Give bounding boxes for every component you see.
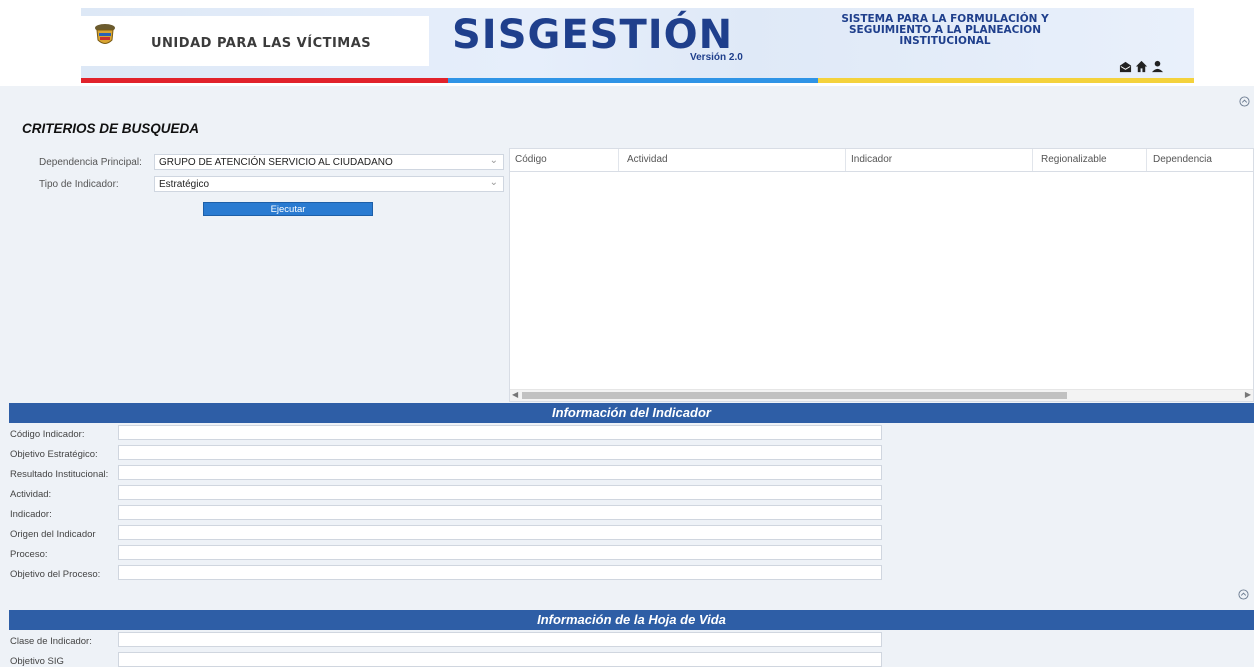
flag-stripe-red	[81, 78, 448, 83]
cv-info-header: Información de la Hoja de Vida	[9, 610, 1254, 630]
mail-icon[interactable]	[1119, 60, 1132, 73]
dependencia-label: Dependencia Principal:	[39, 157, 142, 168]
collapse-criteria-icon[interactable]	[1239, 96, 1250, 107]
user-icon[interactable]	[1151, 60, 1164, 73]
col-regionalizable[interactable]: Regionalizable	[1041, 154, 1107, 165]
indicador-field[interactable]	[118, 505, 882, 520]
tipo-indicador-select[interactable]: Estratégico ⌄	[154, 176, 504, 192]
codigo-indicador-label: Código Indicador:	[10, 429, 85, 440]
col-separator	[618, 149, 619, 171]
col-separator	[1032, 149, 1033, 171]
objetivo-sig-label: Objetivo SIG	[10, 656, 64, 667]
proceso-label: Proceso:	[10, 549, 48, 560]
home-icon[interactable]	[1135, 60, 1148, 73]
grid-header: Código Actividad Indicador Regionalizabl…	[510, 149, 1253, 172]
dependencia-value: GRUPO DE ATENCIÓN SERVICIO AL CIUDADANO	[159, 157, 393, 168]
chevron-down-icon: ⌄	[489, 155, 498, 166]
app-header: UNIDAD PARA LAS VÍCTIMAS SISGESTIÓN Vers…	[0, 0, 1254, 86]
indicator-info-header: Información del Indicador	[9, 403, 1254, 423]
scrollbar-thumb[interactable]	[522, 392, 1067, 399]
flag-stripe-yellow	[818, 78, 1194, 83]
objetivo-estrategico-label: Objetivo Estratégico:	[10, 449, 98, 460]
tipo-indicador-label: Tipo de Indicador:	[39, 179, 119, 190]
tipo-indicador-value: Estratégico	[159, 179, 210, 190]
objetivo-proceso-field[interactable]	[118, 565, 882, 580]
dependencia-select[interactable]: GRUPO DE ATENCIÓN SERVICIO AL CIUDADANO …	[154, 154, 504, 170]
col-separator	[845, 149, 846, 171]
actividad-field[interactable]	[118, 485, 882, 500]
header-banner: UNIDAD PARA LAS VÍCTIMAS SISGESTIÓN Vers…	[81, 8, 1194, 78]
grid-horizontal-scrollbar[interactable]: ◀ ▶	[510, 389, 1253, 401]
resultado-institucional-label: Resultado Institucional:	[10, 469, 109, 480]
codigo-indicador-field[interactable]	[118, 425, 882, 440]
org-name: UNIDAD PARA LAS VÍCTIMAS	[151, 36, 372, 51]
proceso-field[interactable]	[118, 545, 882, 560]
actividad-label: Actividad:	[10, 489, 52, 500]
flag-stripe-blue	[448, 78, 818, 83]
results-grid[interactable]: Código Actividad Indicador Regionalizabl…	[509, 148, 1254, 402]
execute-button[interactable]: Ejecutar	[203, 202, 373, 216]
col-dependencia[interactable]: Dependencia	[1153, 154, 1212, 165]
collapse-indicator-icon[interactable]	[1238, 589, 1249, 600]
app-subtitle: SISTEMA PARA LA FORMULACIÓN Y SEGUIMIENT…	[841, 13, 1049, 47]
origen-indicador-field[interactable]	[118, 525, 882, 540]
col-separator	[1146, 149, 1147, 171]
org-logo-box: UNIDAD PARA LAS VÍCTIMAS	[81, 16, 429, 66]
objetivo-sig-field[interactable]	[118, 652, 882, 667]
origen-indicador-label: Origen del Indicador	[10, 529, 96, 540]
col-codigo[interactable]: Código	[515, 154, 547, 165]
scroll-right-icon[interactable]: ▶	[1245, 390, 1251, 399]
app-version: Versión 2.0	[690, 52, 743, 63]
clase-indicador-field[interactable]	[118, 632, 882, 647]
indicador-label: Indicador:	[10, 509, 52, 520]
coat-of-arms-icon	[95, 24, 115, 44]
header-icons	[1119, 60, 1164, 73]
col-actividad[interactable]: Actividad	[627, 154, 668, 165]
objetivo-proceso-label: Objetivo del Proceso:	[10, 569, 101, 580]
col-indicador[interactable]: Indicador	[851, 154, 892, 165]
resultado-institucional-field[interactable]	[118, 465, 882, 480]
clase-indicador-label: Clase de Indicador:	[10, 636, 92, 647]
scroll-left-icon[interactable]: ◀	[512, 390, 518, 399]
criteria-title: CRITERIOS DE BUSQUEDA	[22, 121, 200, 136]
chevron-down-icon: ⌄	[489, 177, 498, 188]
objetivo-estrategico-field[interactable]	[118, 445, 882, 460]
